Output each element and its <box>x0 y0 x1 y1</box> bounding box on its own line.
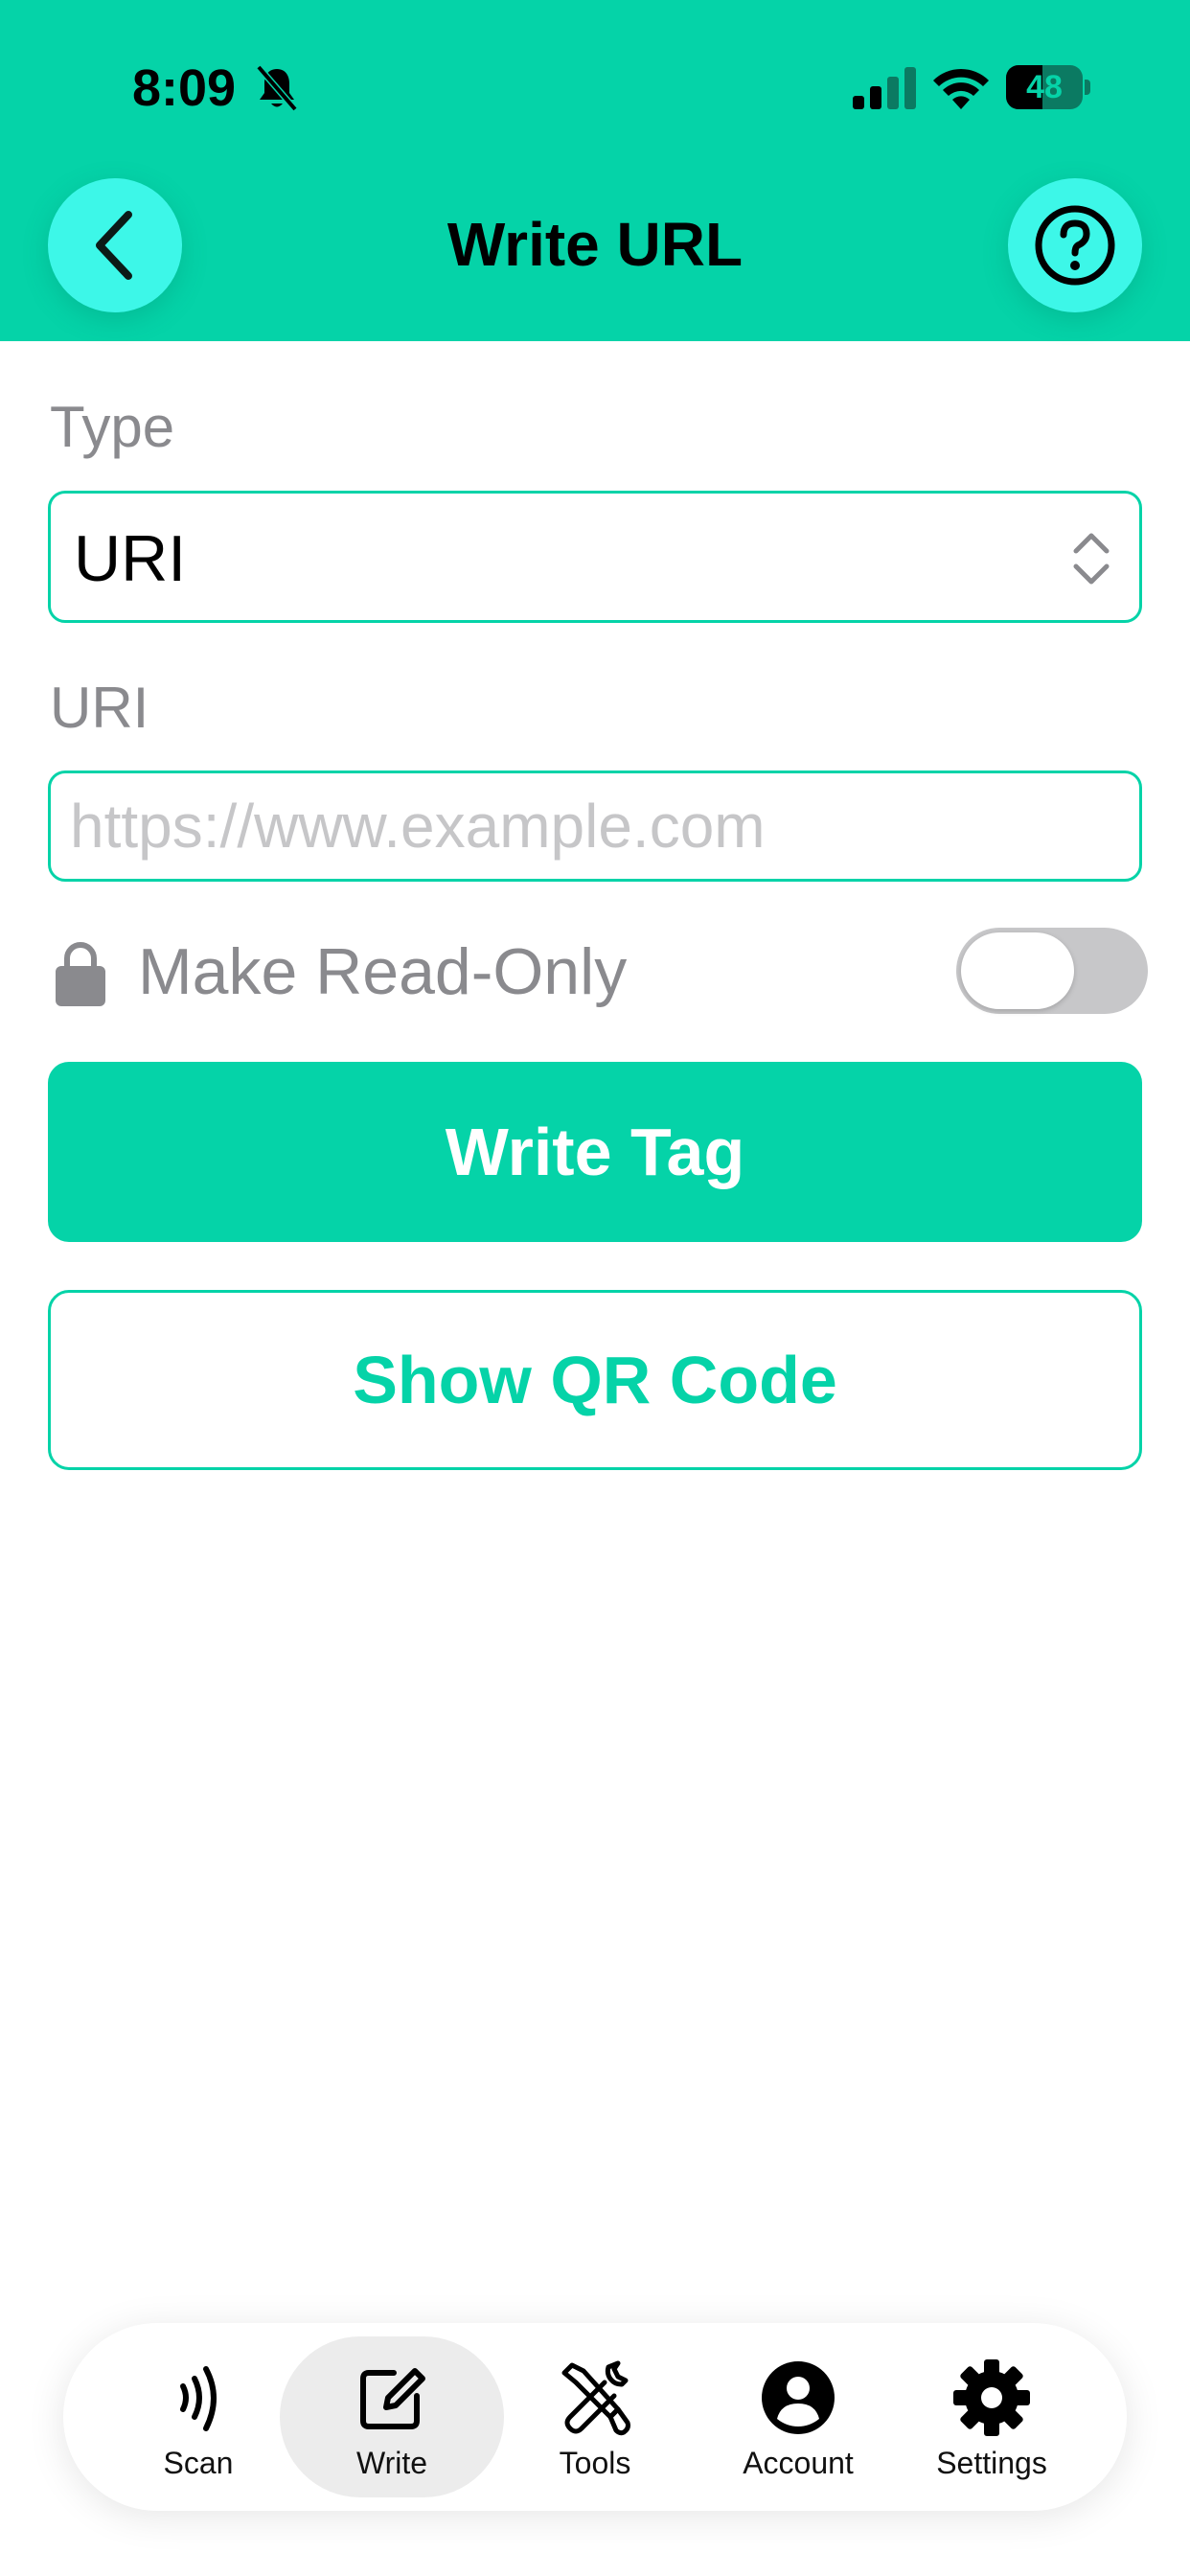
type-select-value: URI <box>74 522 187 595</box>
bell-slash-icon <box>256 64 298 112</box>
read-only-label: Make Read-Only <box>138 935 628 1008</box>
question-circle-icon <box>1035 205 1115 286</box>
tab-settings[interactable]: Settings <box>880 2336 1104 2497</box>
tab-label: Tools <box>559 2446 631 2480</box>
tab-account[interactable]: Account <box>686 2336 910 2497</box>
tab-label: Scan <box>163 2446 234 2480</box>
show-qr-code-button[interactable]: Show QR Code <box>48 1290 1142 1470</box>
status-time: 8:09 <box>132 59 237 117</box>
header-bar: 8:09 48 Write URL <box>0 0 1190 341</box>
tab-label: Write <box>355 2446 428 2480</box>
battery-level: 48 <box>1026 69 1063 105</box>
help-button[interactable] <box>1008 178 1142 312</box>
tab-label: Settings <box>936 2446 1047 2480</box>
uri-label: URI <box>50 676 149 740</box>
toggle-knob <box>961 932 1074 1009</box>
read-only-toggle[interactable] <box>956 928 1148 1014</box>
chevron-up-down-icon <box>1073 533 1110 585</box>
type-select[interactable]: URI <box>48 491 1142 623</box>
tab-tools[interactable]: Tools <box>483 2336 707 2497</box>
uri-input[interactable] <box>48 770 1142 882</box>
tab-write[interactable]: Write <box>280 2336 504 2497</box>
lock-icon <box>56 942 105 1006</box>
gear-icon <box>953 2359 1030 2436</box>
user-circle-icon <box>762 2361 835 2434</box>
tab-label: Account <box>743 2446 854 2480</box>
edit-icon <box>360 2368 425 2429</box>
nfc-wave-icon <box>180 2366 217 2431</box>
battery-icon: 48 <box>1006 65 1090 109</box>
tab-scan[interactable]: Scan <box>86 2336 310 2497</box>
type-label: Type <box>50 395 175 459</box>
wifi-icon <box>933 68 989 109</box>
tab-bar: Scan Write Tools Account Settings <box>63 2323 1127 2511</box>
write-tag-button[interactable]: Write Tag <box>48 1062 1142 1242</box>
signal-icon <box>853 67 916 109</box>
tools-icon <box>561 2360 630 2436</box>
